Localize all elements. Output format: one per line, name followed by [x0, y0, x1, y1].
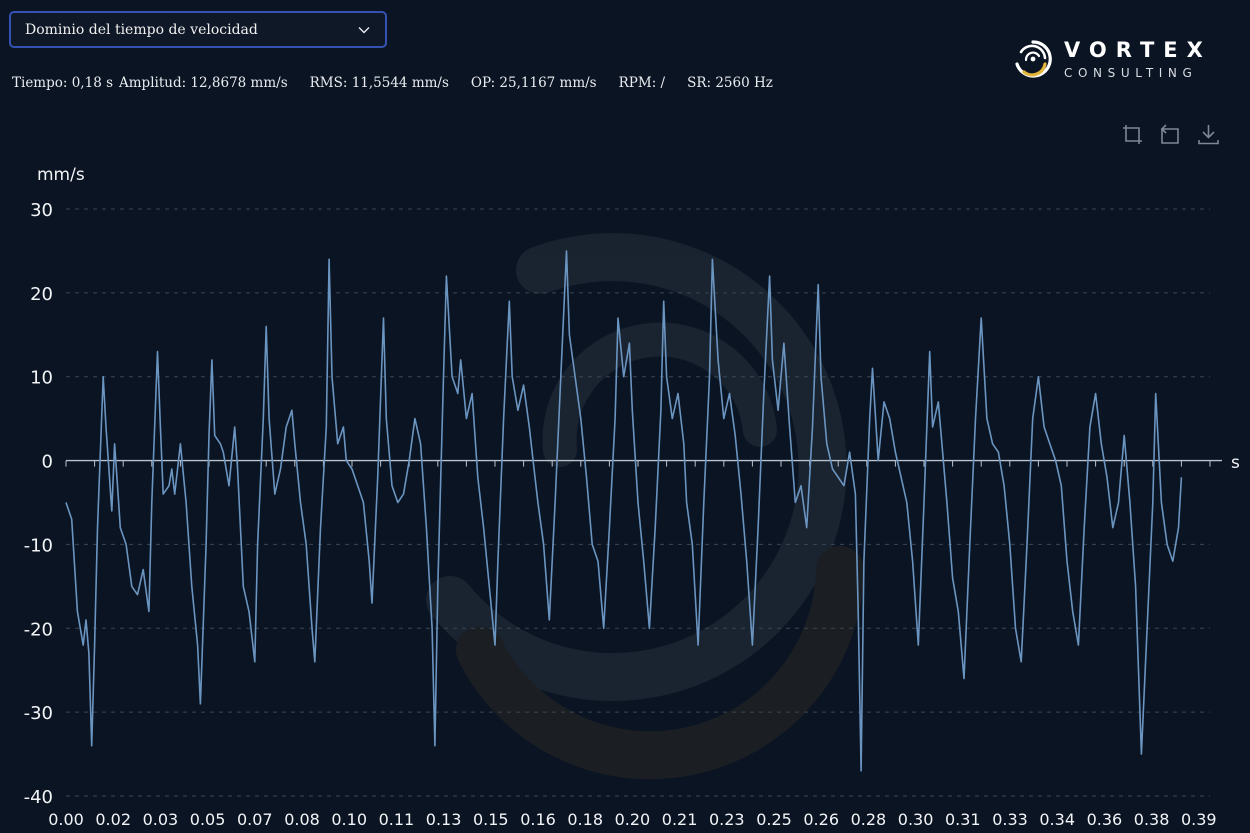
y-tick-label: 10	[30, 368, 53, 389]
velocity-waveform-chart[interactable]: 30 20 10 0 -10 -20 -30 -40 0.00 0.02 0.03 0.05 0.07…	[0, 150, 1250, 833]
x-tick-label: 0.25	[756, 810, 792, 829]
x-tick-label: 0.16	[520, 810, 556, 829]
zoom-reset-icon[interactable]	[1158, 122, 1183, 147]
y-tick-label: 20	[30, 284, 53, 305]
stat-op: OP: 25,1167 mm/s	[470, 75, 597, 91]
stat-rpm: RPM: /	[618, 75, 666, 91]
x-tick-label: 0.11	[379, 810, 415, 829]
x-axis-label: s	[1231, 453, 1240, 473]
x-axis-ticks: 0.00 0.02 0.03 0.05 0.07 0.08 0.10 0.11 0.13 0.15…	[48, 810, 1216, 829]
signal-stats-bar: Tiempo: 0,18 s Amplitud: 12,8678 mm/s RM…	[12, 75, 773, 91]
x-tick-label: 0.05	[190, 810, 226, 829]
download-icon[interactable]	[1196, 122, 1221, 147]
chart-zero-axis	[65, 459, 1222, 467]
x-tick-label: 0.03	[143, 810, 179, 829]
zoom-select-icon[interactable]	[1120, 122, 1145, 147]
x-tick-label: 0.02	[95, 810, 131, 829]
x-tick-label: 0.00	[48, 810, 84, 829]
y-tick-label: -10	[24, 535, 53, 556]
x-tick-label: 0.28	[851, 810, 887, 829]
x-tick-label: 0.18	[567, 810, 603, 829]
y-tick-label: 0	[42, 452, 53, 473]
vortex-logo: VORTEX CONSULTING	[1012, 38, 1212, 80]
x-tick-label: 0.13	[426, 810, 462, 829]
y-axis-ticks: 30 20 10 0 -10 -20 -30 -40	[24, 200, 53, 808]
y-tick-label: 30	[30, 200, 53, 221]
velocity-time-domain-view: Dominio del tiempo de velocidad Tiempo: …	[0, 0, 1250, 833]
y-axis-label: mm/s	[37, 165, 85, 185]
x-tick-label: 0.08	[284, 810, 320, 829]
x-tick-label: 0.23	[709, 810, 745, 829]
x-tick-label: 0.38	[1134, 810, 1170, 829]
x-tick-label: 0.36	[1087, 810, 1123, 829]
stat-amplitude: Amplitud: 12,8678 mm/s	[119, 75, 288, 91]
x-tick-label: 0.10	[331, 810, 367, 829]
logo-title: VORTEX	[1064, 37, 1212, 62]
x-tick-label: 0.30	[898, 810, 934, 829]
stat-time-amplitude: Tiempo: 0,18 s Amplitud: 12,8678 mm/s	[12, 75, 288, 91]
y-tick-label: -40	[24, 787, 53, 808]
x-tick-label: 0.31	[945, 810, 981, 829]
x-tick-label: 0.39	[1181, 810, 1217, 829]
domain-selector-value: Dominio del tiempo de velocidad	[25, 21, 258, 38]
y-tick-label: -30	[24, 703, 53, 724]
x-tick-label: 0.34	[1039, 810, 1075, 829]
logo-subtitle: CONSULTING	[1064, 65, 1198, 80]
x-tick-label: 0.20	[615, 810, 651, 829]
stat-time: Tiempo: 0,18 s	[12, 75, 113, 91]
x-tick-label: 0.26	[803, 810, 839, 829]
x-tick-label: 0.21	[662, 810, 698, 829]
x-tick-label: 0.33	[992, 810, 1028, 829]
chevron-down-icon	[358, 26, 370, 33]
stat-rms: RMS: 11,5544 mm/s	[309, 75, 449, 91]
chart-toolbar	[1120, 122, 1221, 147]
domain-selector-dropdown[interactable]: Dominio del tiempo de velocidad	[9, 11, 387, 48]
x-tick-label: 0.15	[473, 810, 509, 829]
x-tick-label: 0.07	[237, 810, 273, 829]
vortex-swirl-logo-icon	[1015, 40, 1052, 78]
stat-sr: SR: 2560 Hz	[687, 75, 773, 91]
y-tick-label: -20	[24, 619, 53, 640]
